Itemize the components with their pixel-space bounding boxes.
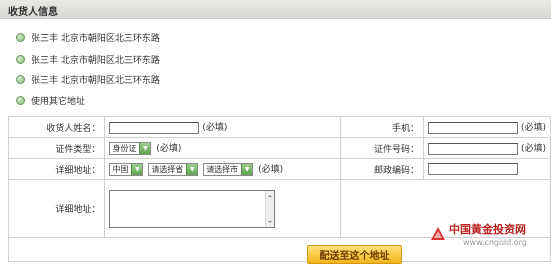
required-note: (必填): [258, 165, 284, 175]
id-number-input[interactable]: [428, 142, 519, 155]
address-label: 详细地址：: [7, 158, 106, 180]
address-detail-textarea[interactable]: [109, 189, 276, 228]
name-input[interactable]: [109, 121, 200, 134]
section-title: 收货人信息: [8, 7, 58, 18]
country-select[interactable]: 中国 ▼: [109, 163, 144, 176]
watermark: 中国黄金投资网 www.cngold.org: [430, 221, 527, 247]
zip-input[interactable]: [428, 163, 519, 175]
dropdown-arrow-icon: ▼: [186, 164, 198, 175]
address-option-label: 张三丰 北京市朝阳区北三环东路: [31, 33, 160, 44]
radio-icon[interactable]: [16, 74, 25, 84]
dropdown-arrow-icon: ▼: [139, 143, 151, 154]
required-note: (必填): [520, 123, 546, 134]
watermark-url: www.cngold.org: [463, 238, 527, 247]
radio-icon[interactable]: [16, 95, 25, 105]
required-note: (必填): [202, 123, 228, 134]
id-type-value: 身份证: [112, 144, 137, 153]
radio-icon[interactable]: [16, 54, 25, 64]
country-value: 中国: [112, 165, 129, 174]
address-detail-label: 详细地址：: [7, 179, 106, 238]
id-type-select[interactable]: 身份证 ▼: [109, 142, 152, 155]
province-select[interactable]: 请选择省 ▼: [148, 163, 199, 176]
id-number-label: 证件号码：: [339, 137, 425, 159]
city-select[interactable]: 请选择市 ▼: [203, 163, 254, 176]
textarea-scrollbar[interactable]: [265, 190, 275, 227]
mobile-label: 手机：: [339, 116, 425, 138]
watermark-cn: 中国黄金投资网: [449, 223, 526, 236]
name-label: 收货人姓名：: [7, 116, 106, 138]
id-type-label: 证件类型：: [7, 137, 106, 159]
dropdown-arrow-icon: ▼: [131, 164, 143, 175]
required-note: (必填): [520, 144, 546, 155]
section-header: 收货人信息: [0, 0, 551, 19]
address-option-label: 张三丰 北京市朝阳区北三环东路: [31, 75, 160, 86]
dropdown-arrow-icon: ▼: [241, 164, 253, 175]
ship-to-address-button[interactable]: 配送至这个地址: [307, 245, 402, 264]
address-option-1[interactable]: 张三丰 北京市朝阳区北三环东路: [16, 31, 160, 44]
mobile-input[interactable]: [428, 121, 519, 134]
address-option-other[interactable]: 使用其它地址: [16, 94, 86, 107]
radio-icon[interactable]: [16, 32, 25, 42]
address-option-3[interactable]: 张三丰 北京市朝阳区北三环东路: [16, 73, 160, 86]
city-value: 请选择市: [206, 165, 239, 174]
required-note: (必填): [156, 144, 182, 154]
zip-label: 邮政编码：: [339, 158, 425, 180]
address-option-2[interactable]: 张三丰 北京市朝阳区北三环东路: [16, 53, 160, 66]
province-value: 请选择省: [151, 165, 184, 174]
address-option-label: 张三丰 北京市朝阳区北三环东路: [31, 55, 160, 66]
address-option-label: 使用其它地址: [31, 96, 86, 107]
cngold-logo-icon: [431, 227, 445, 240]
